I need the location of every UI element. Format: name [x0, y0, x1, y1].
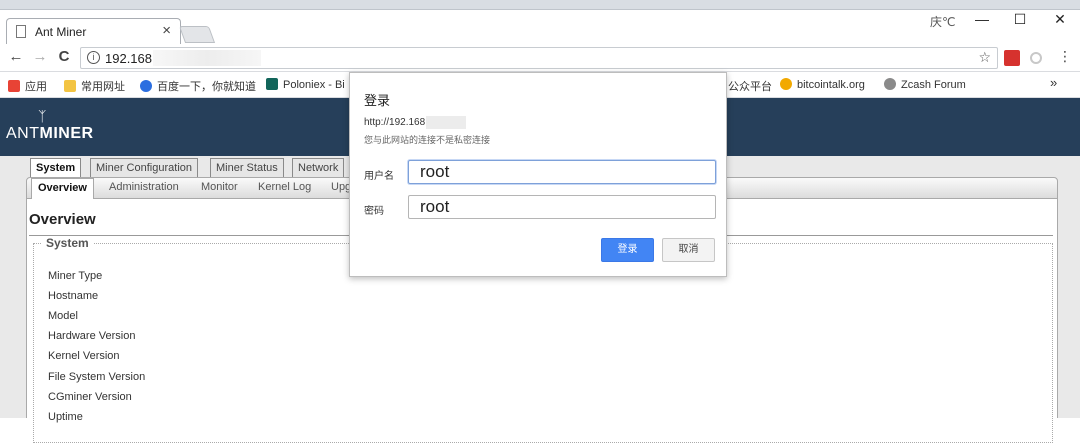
username-label: 用户名 [364, 171, 394, 182]
tab-miner-configuration[interactable]: Miner Configuration [90, 158, 198, 177]
page-icon [16, 25, 26, 38]
browser-tab-ant-miner[interactable]: Ant Miner × [6, 18, 181, 44]
field-label: Miner Type [48, 270, 103, 282]
field-label: File System Version [48, 371, 146, 383]
forward-icon[interactable]: → [31, 48, 49, 65]
subtab-overview[interactable]: Overview [31, 178, 94, 199]
bookmark-poloniex[interactable]: Poloniex - Bi [266, 78, 345, 91]
field-label: Kernel Version [48, 350, 120, 362]
tab-system[interactable]: System [30, 158, 82, 177]
bookmark-apps[interactable]: 应用 [8, 78, 47, 94]
folder-icon [64, 80, 76, 92]
antminer-logo: ANTMINER [6, 125, 94, 142]
url-text[interactable]: 192.168. [105, 51, 156, 66]
field-label: Hardware Version [48, 330, 136, 342]
url-redaction [153, 50, 261, 66]
info-icon[interactable]: i [87, 51, 100, 64]
back-icon[interactable]: ← [7, 48, 25, 65]
extension-icon[interactable] [1004, 50, 1020, 66]
ant-logo-icon: ᛉ [38, 108, 47, 124]
page-title: Overview [29, 211, 96, 228]
cancel-button[interactable]: 取消 [662, 238, 715, 262]
login-button[interactable]: 登录 [601, 238, 654, 262]
profile-label[interactable]: 庆℃ [930, 13, 955, 30]
tab-title: Ant Miner [35, 25, 87, 39]
subtab-kernel-log[interactable]: Kernel Log [258, 181, 311, 193]
bookmark-gongzhong[interactable]: 公众平台 [728, 78, 772, 94]
url-redaction [426, 116, 466, 129]
dialog-title: 登录 [364, 93, 391, 108]
field-label: Model [48, 310, 78, 322]
field-label: Hostname [48, 290, 99, 302]
address-bar[interactable]: i 192.168. ☆ [80, 47, 998, 69]
username-input[interactable]: root [408, 160, 716, 184]
close-window-button[interactable]: ✕ [1040, 10, 1080, 30]
minimize-button[interactable]: — [962, 10, 1002, 30]
bookmark-baidu[interactable]: 百度一下，你就知道 [140, 78, 256, 94]
bitcoin-icon [780, 78, 792, 90]
tab-miner-status[interactable]: Miner Status [210, 158, 284, 177]
maximize-button[interactable]: ☐ [1000, 10, 1040, 30]
login-dialog: 登录 http://192.168. 您与此网站的连接不是私密连接 用户名 ro… [349, 72, 727, 277]
browser-toolbar: ← → C i 192.168. ☆ ⋮ [0, 44, 1080, 72]
bookmark-folder[interactable]: 常用网址 [64, 78, 125, 94]
reload-icon[interactable]: C [55, 48, 73, 65]
bookmark-zcash[interactable]: Zcash Forum [884, 78, 966, 91]
field-label: CGminer Version [48, 391, 132, 403]
new-tab-button[interactable] [178, 26, 216, 43]
dialog-url: http://192.168. [364, 117, 428, 128]
subtab-administration[interactable]: Administration [109, 181, 179, 193]
tab-close-icon[interactable]: × [162, 22, 171, 39]
poloniex-icon [266, 78, 278, 90]
bookmark-bitcointalk[interactable]: bitcointalk.org [780, 78, 865, 91]
tab-network[interactable]: Network [292, 158, 345, 177]
os-tab-strip [0, 0, 1080, 10]
apps-icon [8, 80, 20, 92]
subtab-monitor[interactable]: Monitor [201, 181, 238, 193]
bookmark-star-icon[interactable]: ☆ [978, 49, 991, 66]
bookmarks-more-icon[interactable]: » [1050, 75, 1057, 90]
zcash-icon [884, 78, 896, 90]
password-input[interactable]: root [408, 195, 716, 219]
browser-titlebar: Ant Miner × 庆℃ — ☐ ✕ [0, 10, 1080, 44]
menu-kebab-icon[interactable]: ⋮ [1058, 48, 1072, 65]
extension-circle-icon[interactable] [1030, 52, 1042, 64]
dialog-security-note: 您与此网站的连接不是私密连接 [364, 135, 491, 145]
section-legend: System [42, 236, 93, 250]
baidu-icon [140, 80, 152, 92]
password-label: 密码 [364, 206, 384, 217]
field-label: Uptime [48, 411, 83, 423]
